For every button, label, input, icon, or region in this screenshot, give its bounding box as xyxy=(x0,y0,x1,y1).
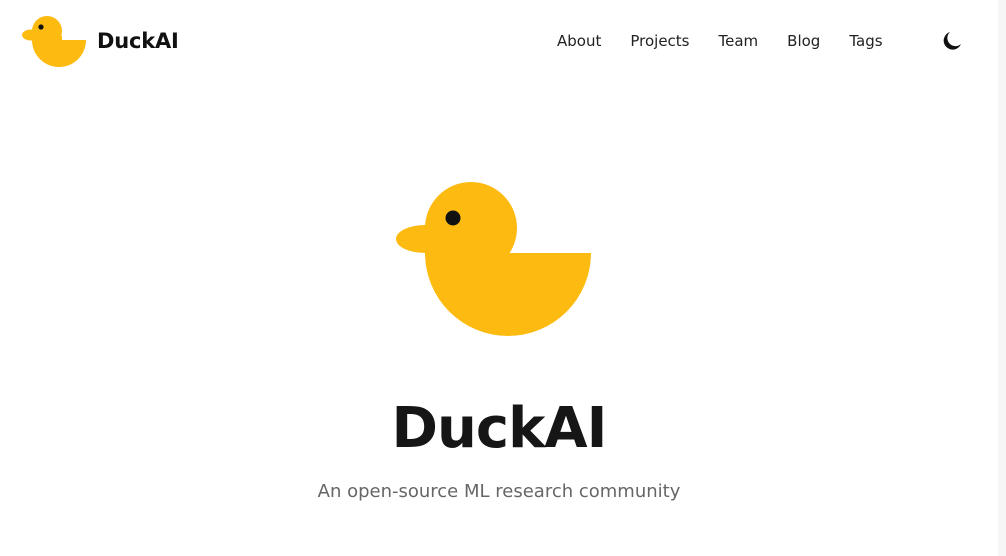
hero-title: DuckAI xyxy=(391,396,608,461)
main-nav: About Projects Team Blog Tags xyxy=(557,28,912,54)
duck-logo-icon xyxy=(396,182,591,336)
nav-link-tags[interactable]: Tags xyxy=(849,28,882,54)
nav-link-about[interactable]: About xyxy=(557,28,601,54)
duck-logo-icon xyxy=(22,16,86,67)
nav-link-team[interactable]: Team xyxy=(719,28,759,54)
scrollbar-track[interactable] xyxy=(998,0,1006,556)
brand-home-link[interactable]: DuckAI xyxy=(22,14,179,68)
hero-section: DuckAI An open-source ML research commun… xyxy=(0,160,998,505)
nav-link-projects[interactable]: Projects xyxy=(630,28,689,54)
moon-icon[interactable] xyxy=(941,30,963,52)
nav-link-blog[interactable]: Blog xyxy=(787,28,820,54)
site-header: DuckAI About Projects Team Blog Tags xyxy=(0,0,1006,82)
hero-subtitle: An open-source ML research community xyxy=(317,481,681,502)
brand-name: DuckAI xyxy=(97,29,179,53)
